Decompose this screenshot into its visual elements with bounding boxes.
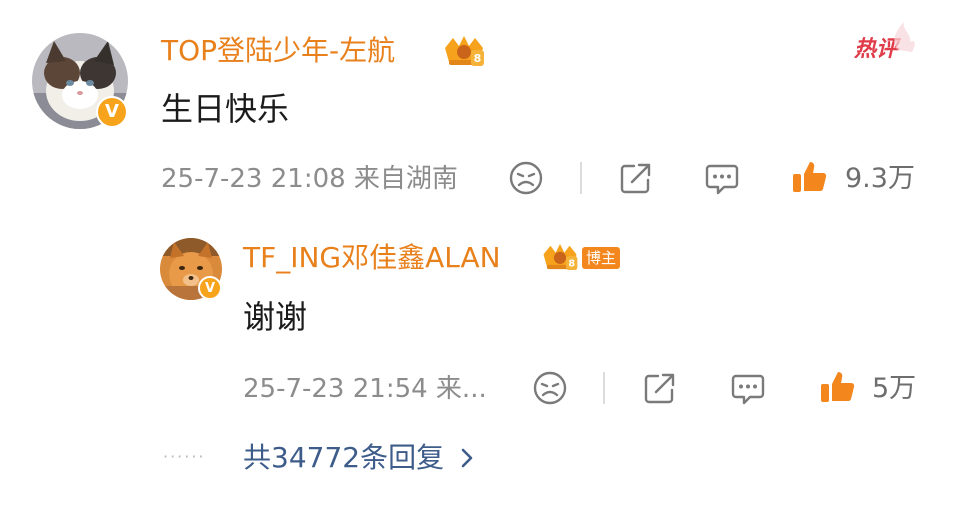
replies-dots: ······ xyxy=(163,447,206,466)
comment-text: 生日快乐 xyxy=(161,90,290,128)
crown-badge-icon: 8 xyxy=(441,34,487,68)
reply-username[interactable]: TF_ING邓佳鑫ALAN xyxy=(243,240,501,276)
reply-text: 谢谢 xyxy=(243,298,308,336)
like-count: 5万 xyxy=(872,373,917,404)
comment-bubble-icon[interactable] xyxy=(730,372,766,406)
hot-flame-icon xyxy=(888,16,918,56)
dislike-icon[interactable] xyxy=(532,370,568,406)
divider xyxy=(580,162,582,194)
verified-icon: V xyxy=(198,276,222,300)
share-icon[interactable] xyxy=(618,160,654,196)
view-replies-link[interactable]: 共34772条回复 xyxy=(243,440,475,476)
share-icon[interactable] xyxy=(642,370,678,406)
crown-badge-icon: 8 xyxy=(540,242,580,272)
reply-time-location: 25-7-23 21:54 来... xyxy=(243,374,487,404)
comment-bubble-icon[interactable] xyxy=(704,162,740,196)
like-icon[interactable] xyxy=(818,368,856,406)
svg-text:8: 8 xyxy=(474,52,482,65)
divider xyxy=(603,372,605,404)
host-badge: 博主 xyxy=(582,247,621,269)
svg-text:8: 8 xyxy=(568,259,575,270)
dislike-icon[interactable] xyxy=(508,160,544,196)
comment-username[interactable]: TOP登陆少年-左航 xyxy=(161,33,395,69)
comment-time-location: 25-7-23 21:08 来自湖南 xyxy=(161,164,458,194)
verified-icon: V xyxy=(96,96,128,128)
like-icon[interactable] xyxy=(790,158,828,196)
like-count: 9.3万 xyxy=(845,163,915,194)
view-replies-label: 共34772条回复 xyxy=(243,441,445,474)
chevron-right-icon xyxy=(459,440,475,476)
